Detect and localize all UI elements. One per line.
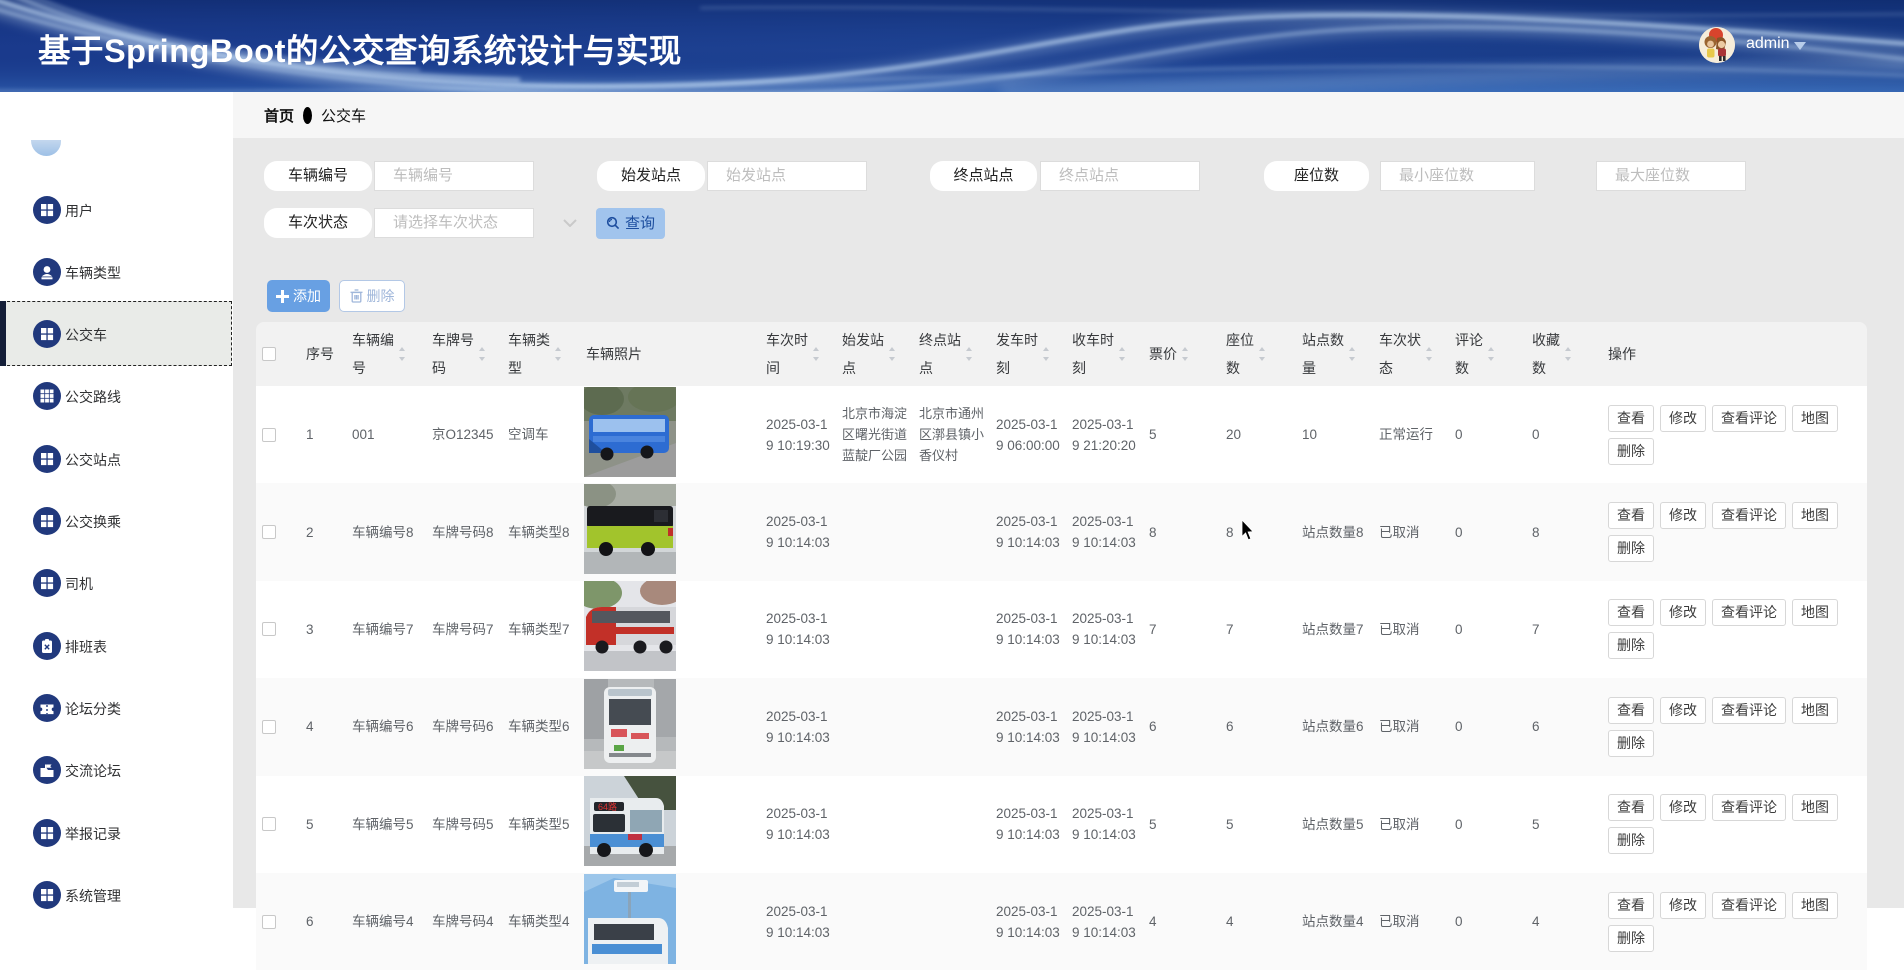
svg-text:64路: 64路 xyxy=(598,801,617,812)
